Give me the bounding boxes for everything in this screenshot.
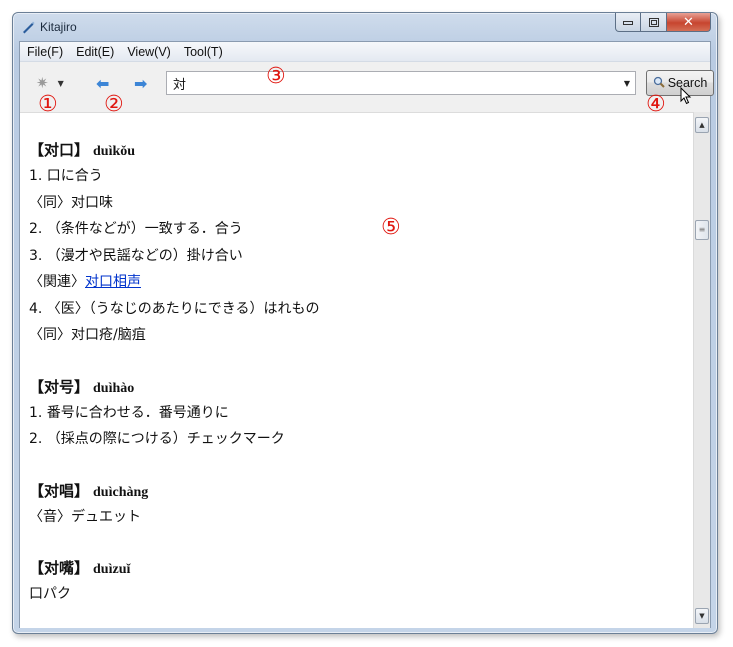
definition-line: 4. 〈医〉（うなじのあたりにできる）はれもの (29, 300, 320, 317)
combo-dropdown-icon[interactable]: ▼ (619, 79, 635, 88)
dictionary-entry: 【对嘴】 duìzuǐ 口パク (29, 557, 693, 608)
definition-line: 2. （条件などが）一致する．合う (29, 221, 243, 237)
headword-text: 【对号】 (29, 377, 90, 396)
menu-file[interactable]: File(F) (20, 45, 69, 59)
callout-marker-3: ③ (266, 64, 286, 89)
entry-headword: 【对口】 duìkǒu (29, 139, 693, 163)
caption-buttons: ✕ (615, 13, 711, 32)
menu-view[interactable]: View(V) (120, 45, 177, 59)
scroll-down-button[interactable]: ▼ (695, 608, 709, 624)
headword-pinyin: duìhào (93, 380, 135, 396)
definition-line: 口パク (29, 586, 71, 602)
dictionary-result-pane[interactable]: 【对口】 duìkǒu 1. 口に合う 〈同〉对口味 2. （条件などが）一致する… (20, 112, 693, 628)
client-area: File(F) Edit(E) View(V) Tool(T) ✷ ▼ ⬅ ➡ … (19, 41, 714, 628)
gear-icon: ✷ (36, 74, 49, 92)
dictionary-entry: 【对号】 duìhào 1. 番号に合わせる．番号通りに 2. （採点の際につける… (29, 376, 693, 453)
entry-headword: 【对唱】 duìchàng (29, 480, 693, 504)
menu-edit[interactable]: Edit(E) (69, 45, 120, 59)
chevron-down-icon: ▼ (57, 78, 64, 88)
scroll-thumb[interactable]: ≡ (695, 220, 709, 240)
menu-bar: File(F) Edit(E) View(V) Tool(T) (20, 42, 710, 62)
headword-text: 【对嘴】 (29, 559, 90, 577)
headword-pinyin: duìzuǐ (93, 562, 131, 577)
related-link[interactable]: 对口相声 (85, 274, 141, 290)
app-icon (23, 21, 35, 34)
app-window: Kitajiro ✕ File(F) Edit(E) View(V) Tool(… (12, 12, 718, 634)
definition-line: 〈関連〉对口相声 (29, 269, 693, 296)
headword-text: 【对口】 (29, 141, 90, 159)
maximize-icon (648, 17, 659, 27)
search-combobox[interactable]: ▼ (166, 71, 636, 95)
definition-line: 〈同〉对口味 (29, 194, 113, 211)
entry-headword: 【对号】 duìhào (29, 376, 693, 400)
minimize-icon (623, 21, 633, 25)
mouse-cursor-icon (680, 87, 692, 105)
definition-line: 1. 口に合う (29, 168, 103, 184)
window-title: Kitajiro (40, 20, 77, 34)
callout-marker-5: ⑤ (381, 215, 401, 240)
menu-tool[interactable]: Tool(T) (177, 45, 229, 59)
close-button[interactable]: ✕ (667, 13, 711, 32)
definition-line: 2. （採点の際につける）チェックマーク (29, 431, 285, 447)
headword-pinyin: duìchàng (93, 484, 149, 500)
definition-line: 3. （漫才や民謡などの）掛け合い (29, 247, 243, 264)
toolbar: ✷ ▼ ⬅ ➡ ▼ Search ① ② ③ ④ (20, 63, 714, 116)
related-label: 〈関連〉 (29, 274, 85, 290)
forward-button[interactable]: ➡ (134, 74, 147, 93)
search-input[interactable] (167, 73, 619, 93)
dictionary-entry: 【对唱】 duìchàng 〈音〉デュエット (29, 480, 693, 531)
headword-text: 【对唱】 (29, 481, 90, 500)
close-icon: ✕ (683, 14, 694, 30)
maximize-button[interactable] (641, 13, 667, 32)
headword-pinyin: duìkǒu (93, 144, 136, 159)
entry-headword: 【对嘴】 duìzuǐ (29, 557, 693, 581)
title-bar[interactable]: Kitajiro ✕ (13, 13, 717, 41)
settings-dropdown-button[interactable]: ✷ ▼ (36, 72, 66, 94)
back-button[interactable]: ⬅ (96, 74, 109, 93)
scroll-up-button[interactable]: ▲ (695, 117, 709, 133)
definition-line: 〈音〉デュエット (29, 508, 141, 525)
dictionary-entry: 【对口】 duìkǒu 1. 口に合う 〈同〉对口味 2. （条件などが）一致する… (29, 139, 693, 349)
search-icon (653, 76, 665, 91)
minimize-button[interactable] (615, 13, 641, 32)
vertical-scrollbar[interactable]: ▲ ≡ ▼ (693, 112, 710, 628)
definition-line: 〈同〉对口疮/脑疽 (29, 327, 146, 343)
definition-line: 1. 番号に合わせる．番号通りに (29, 404, 229, 421)
